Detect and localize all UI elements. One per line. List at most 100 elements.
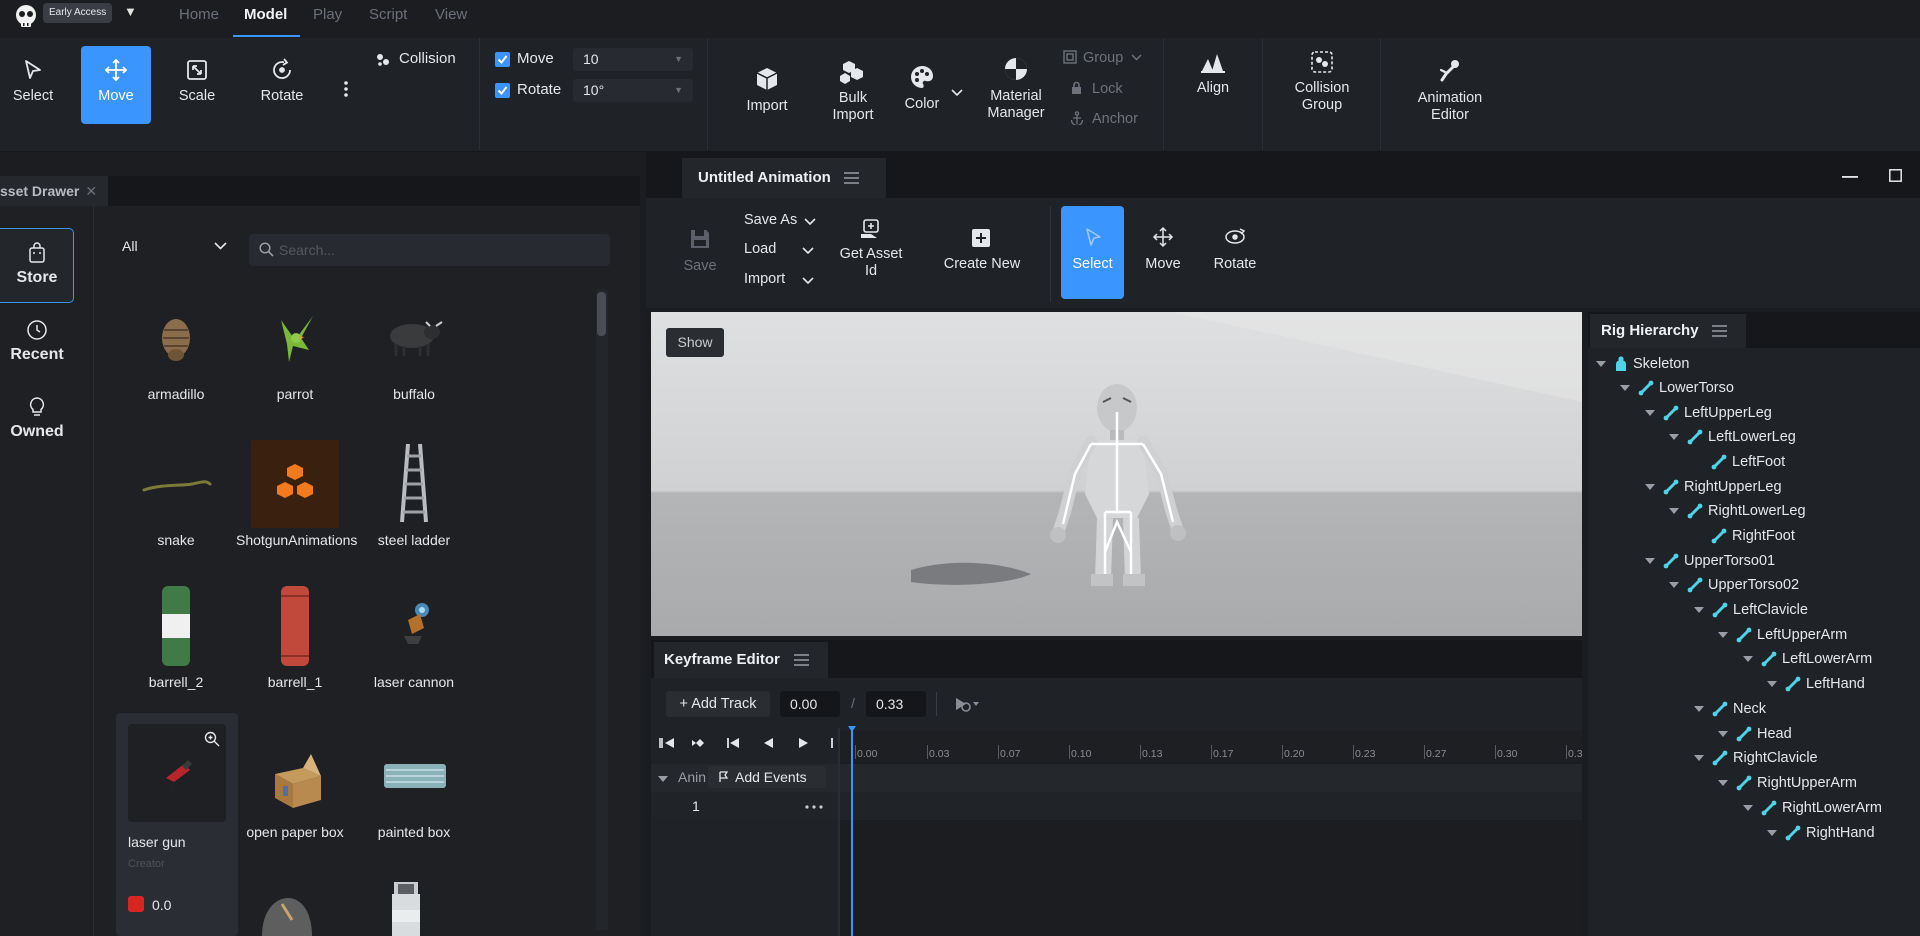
collision-group-button[interactable]: Collision Group [1282,50,1362,114]
import-dropdown[interactable]: Import [744,271,814,287]
rig-node-skeleton[interactable]: Skeleton [1596,354,1689,374]
more-vertical-icon[interactable] [343,80,349,98]
save-as-dropdown[interactable]: Save As [744,212,816,228]
rig-node-leftclavicle[interactable]: LeftClavicle [1694,600,1808,620]
rotate-tool-button[interactable]: Rotate [252,58,312,104]
minimize-window-icon[interactable] [1842,176,1858,178]
playback-settings-icon[interactable] [954,696,980,712]
rig-node-rightupperleg[interactable]: RightUpperLeg [1645,477,1782,497]
add-events-button[interactable]: Add Events [708,766,826,788]
color-chevron-down-icon[interactable] [951,89,963,97]
rig-node-rightfoot[interactable]: RightFoot [1711,526,1795,546]
rig-node-rightupperarm[interactable]: RightUpperArm [1718,773,1857,793]
anim-rotate-tool-button[interactable]: Rotate [1206,226,1264,273]
rig-node-lefthand[interactable]: LeftHand [1767,674,1865,694]
animation-viewport[interactable] [651,312,1582,636]
hamburger-menu-icon[interactable] [794,654,809,666]
asset-item[interactable]: parrot [236,300,354,403]
previous-keyframe-icon[interactable] [692,737,708,749]
align-button[interactable]: Align [1184,52,1242,96]
asset-item[interactable]: steel ladder [355,440,473,549]
asset-scrollbar-thumb[interactable] [597,292,606,336]
current-time-input[interactable]: 0.00 [780,691,840,717]
rig-hierarchy-tab[interactable]: Rig Hierarchy [1590,314,1746,348]
keyframe-editor-tab[interactable]: Keyframe Editor [654,642,828,678]
rig-node-uppertorso02[interactable]: UpperTorso02 [1669,575,1799,595]
rig-node-rightlowerleg[interactable]: RightLowerLeg [1669,501,1806,521]
rig-node-lowertorso[interactable]: LowerTorso [1620,378,1734,398]
lock-button[interactable]: Lock [1071,81,1123,97]
save-animation-button[interactable]: Save [678,228,722,275]
snap-rotate-checkbox[interactable] [495,83,510,98]
menu-view[interactable]: View [435,6,467,23]
play-icon[interactable] [798,737,810,749]
step-back-icon[interactable] [726,737,740,749]
rig-node-leftlowerarm[interactable]: LeftLowerArm [1743,649,1872,669]
rig-node-leftlowerleg[interactable]: LeftLowerLeg [1669,427,1796,447]
move-tool-button[interactable]: Move [86,58,146,104]
anchor-button[interactable]: Anchor [1070,111,1138,127]
rig-node-rightclavicle[interactable]: RightClavicle [1694,748,1818,768]
playhead[interactable] [851,728,853,936]
bulk-import-button[interactable]: Bulk Import [822,58,884,124]
snap-move-input[interactable]: 10 ▼ [573,48,693,71]
menu-home[interactable]: Home [179,6,219,23]
animation-editor-button[interactable]: Animation Editor [1402,58,1498,124]
hamburger-menu-icon[interactable] [1712,325,1727,337]
add-track-button[interactable]: + Add Track [666,691,770,717]
anim-move-tool-button[interactable]: Move [1136,226,1190,273]
asset-search-input[interactable]: Search... [249,234,610,266]
character-model[interactable] [1050,384,1186,586]
menu-model[interactable]: Model [244,6,287,23]
select-tool-button[interactable]: Select [4,58,62,104]
menu-play[interactable]: Play [313,6,342,23]
close-tab-icon[interactable]: ✕ [85,183,97,199]
track-row[interactable] [651,792,1582,820]
collision-toggle[interactable]: Collision [399,50,456,67]
load-dropdown[interactable]: Load [744,241,814,257]
asset-item[interactable]: armadillo [117,300,235,403]
rig-node-rightlowerarm[interactable]: RightLowerArm [1743,798,1882,818]
asset-item[interactable]: snake [117,440,235,549]
show-toggle-button[interactable]: Show [666,328,724,357]
color-button[interactable]: Color [900,64,944,112]
asset-item[interactable]: barrell_2 [117,584,235,691]
asset-item[interactable]: barrell_1 [236,584,354,691]
play-reverse-icon[interactable] [762,737,774,749]
nav-store[interactable]: Store [0,242,74,287]
asset-item[interactable]: open paper box [236,734,354,841]
animation-tab[interactable]: Untitled Animation [682,158,886,198]
app-logo-icon[interactable] [12,3,40,31]
nav-owned[interactable]: Owned [0,396,74,441]
menu-script[interactable]: Script [369,6,407,23]
asset-scrollbar[interactable] [596,290,608,930]
rig-node-righthand[interactable]: RightHand [1767,823,1875,843]
zoom-preview-icon[interactable] [204,731,220,747]
import-button[interactable]: Import [738,66,796,114]
group-button[interactable]: Group [1063,50,1142,66]
asset-item[interactable]: ShotgunAnimations [236,440,357,549]
more-horizontal-icon[interactable] [805,805,823,809]
rig-node-neck[interactable]: Neck [1694,699,1766,719]
skip-to-start-icon[interactable] [659,737,675,749]
maximize-window-icon[interactable] [1889,169,1902,182]
rig-node-head[interactable]: Head [1718,724,1792,744]
version-dropdown-caret[interactable]: ▼ [124,4,137,19]
asset-item[interactable]: laser cannon [355,584,473,691]
scale-tool-button[interactable]: Scale [168,58,226,104]
rig-node-leftupperleg[interactable]: LeftUpperLeg [1645,403,1772,423]
create-new-animation-button[interactable]: Create New [934,226,1030,273]
snap-rotate-input[interactable]: 10° ▼ [573,79,693,102]
track-expander[interactable] [658,770,676,786]
asset-item[interactable]: painted box [355,734,473,841]
asset-item[interactable]: buffalo [355,300,473,403]
rig-node-leftupperarm[interactable]: LeftUpperArm [1718,625,1847,645]
snap-move-checkbox[interactable] [495,52,510,67]
category-filter-dropdown[interactable]: All [122,238,227,254]
asset-drawer-tab[interactable]: sset Drawer ✕ [0,176,108,206]
total-time-input[interactable]: 0.33 [866,691,926,717]
get-asset-id-button[interactable]: Get Asset Id [838,218,904,280]
anim-select-tool-button[interactable]: Select [1061,226,1124,273]
nav-recent[interactable]: Recent [0,319,74,364]
asset-card-creator[interactable]: Creator [128,858,165,870]
